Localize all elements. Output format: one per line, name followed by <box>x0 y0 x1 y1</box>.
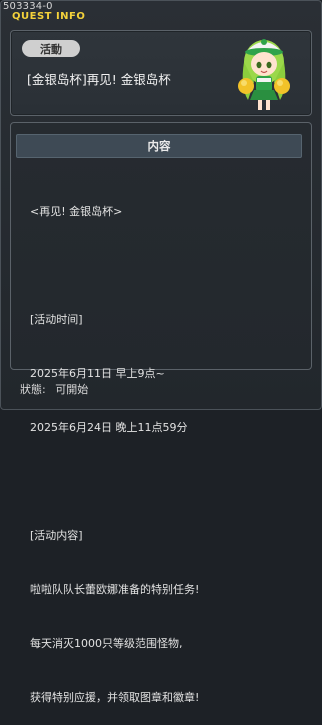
quest-title: [金银岛杯]再见! 金银岛杯 <box>27 72 171 87</box>
category-badge: 活動 <box>22 40 80 57</box>
content-line: <再见! 金银岛杯> <box>30 205 123 218</box>
content-line <box>30 473 300 491</box>
cheerleader-character-image <box>234 32 294 112</box>
content-line: 啦啦队队长蕾欧娜准备的特别任务! <box>30 583 200 596</box>
content-line: 2025年6月24日 晚上11点59分 <box>30 421 188 434</box>
quest-status: 狀態: 可開始 <box>20 381 88 397</box>
content-line: [活动内容] <box>30 529 83 542</box>
status-label: 狀態: <box>20 383 46 396</box>
quest-description: <再见! 金银岛杯> [活动时间] 2025年6月11日 早上9点~ 2025年… <box>30 167 300 725</box>
content-line: 获得特别应援，并领取图章和徽章! <box>30 691 200 704</box>
content-line <box>30 257 300 275</box>
content-section-header: 内容 <box>16 134 302 158</box>
content-line: [活动时间] <box>30 313 83 326</box>
content-line: 每天消灭1000只等级范围怪物, <box>30 637 183 650</box>
window-title: QUEST INFO <box>12 11 86 22</box>
status-value: 可開始 <box>55 383 89 396</box>
